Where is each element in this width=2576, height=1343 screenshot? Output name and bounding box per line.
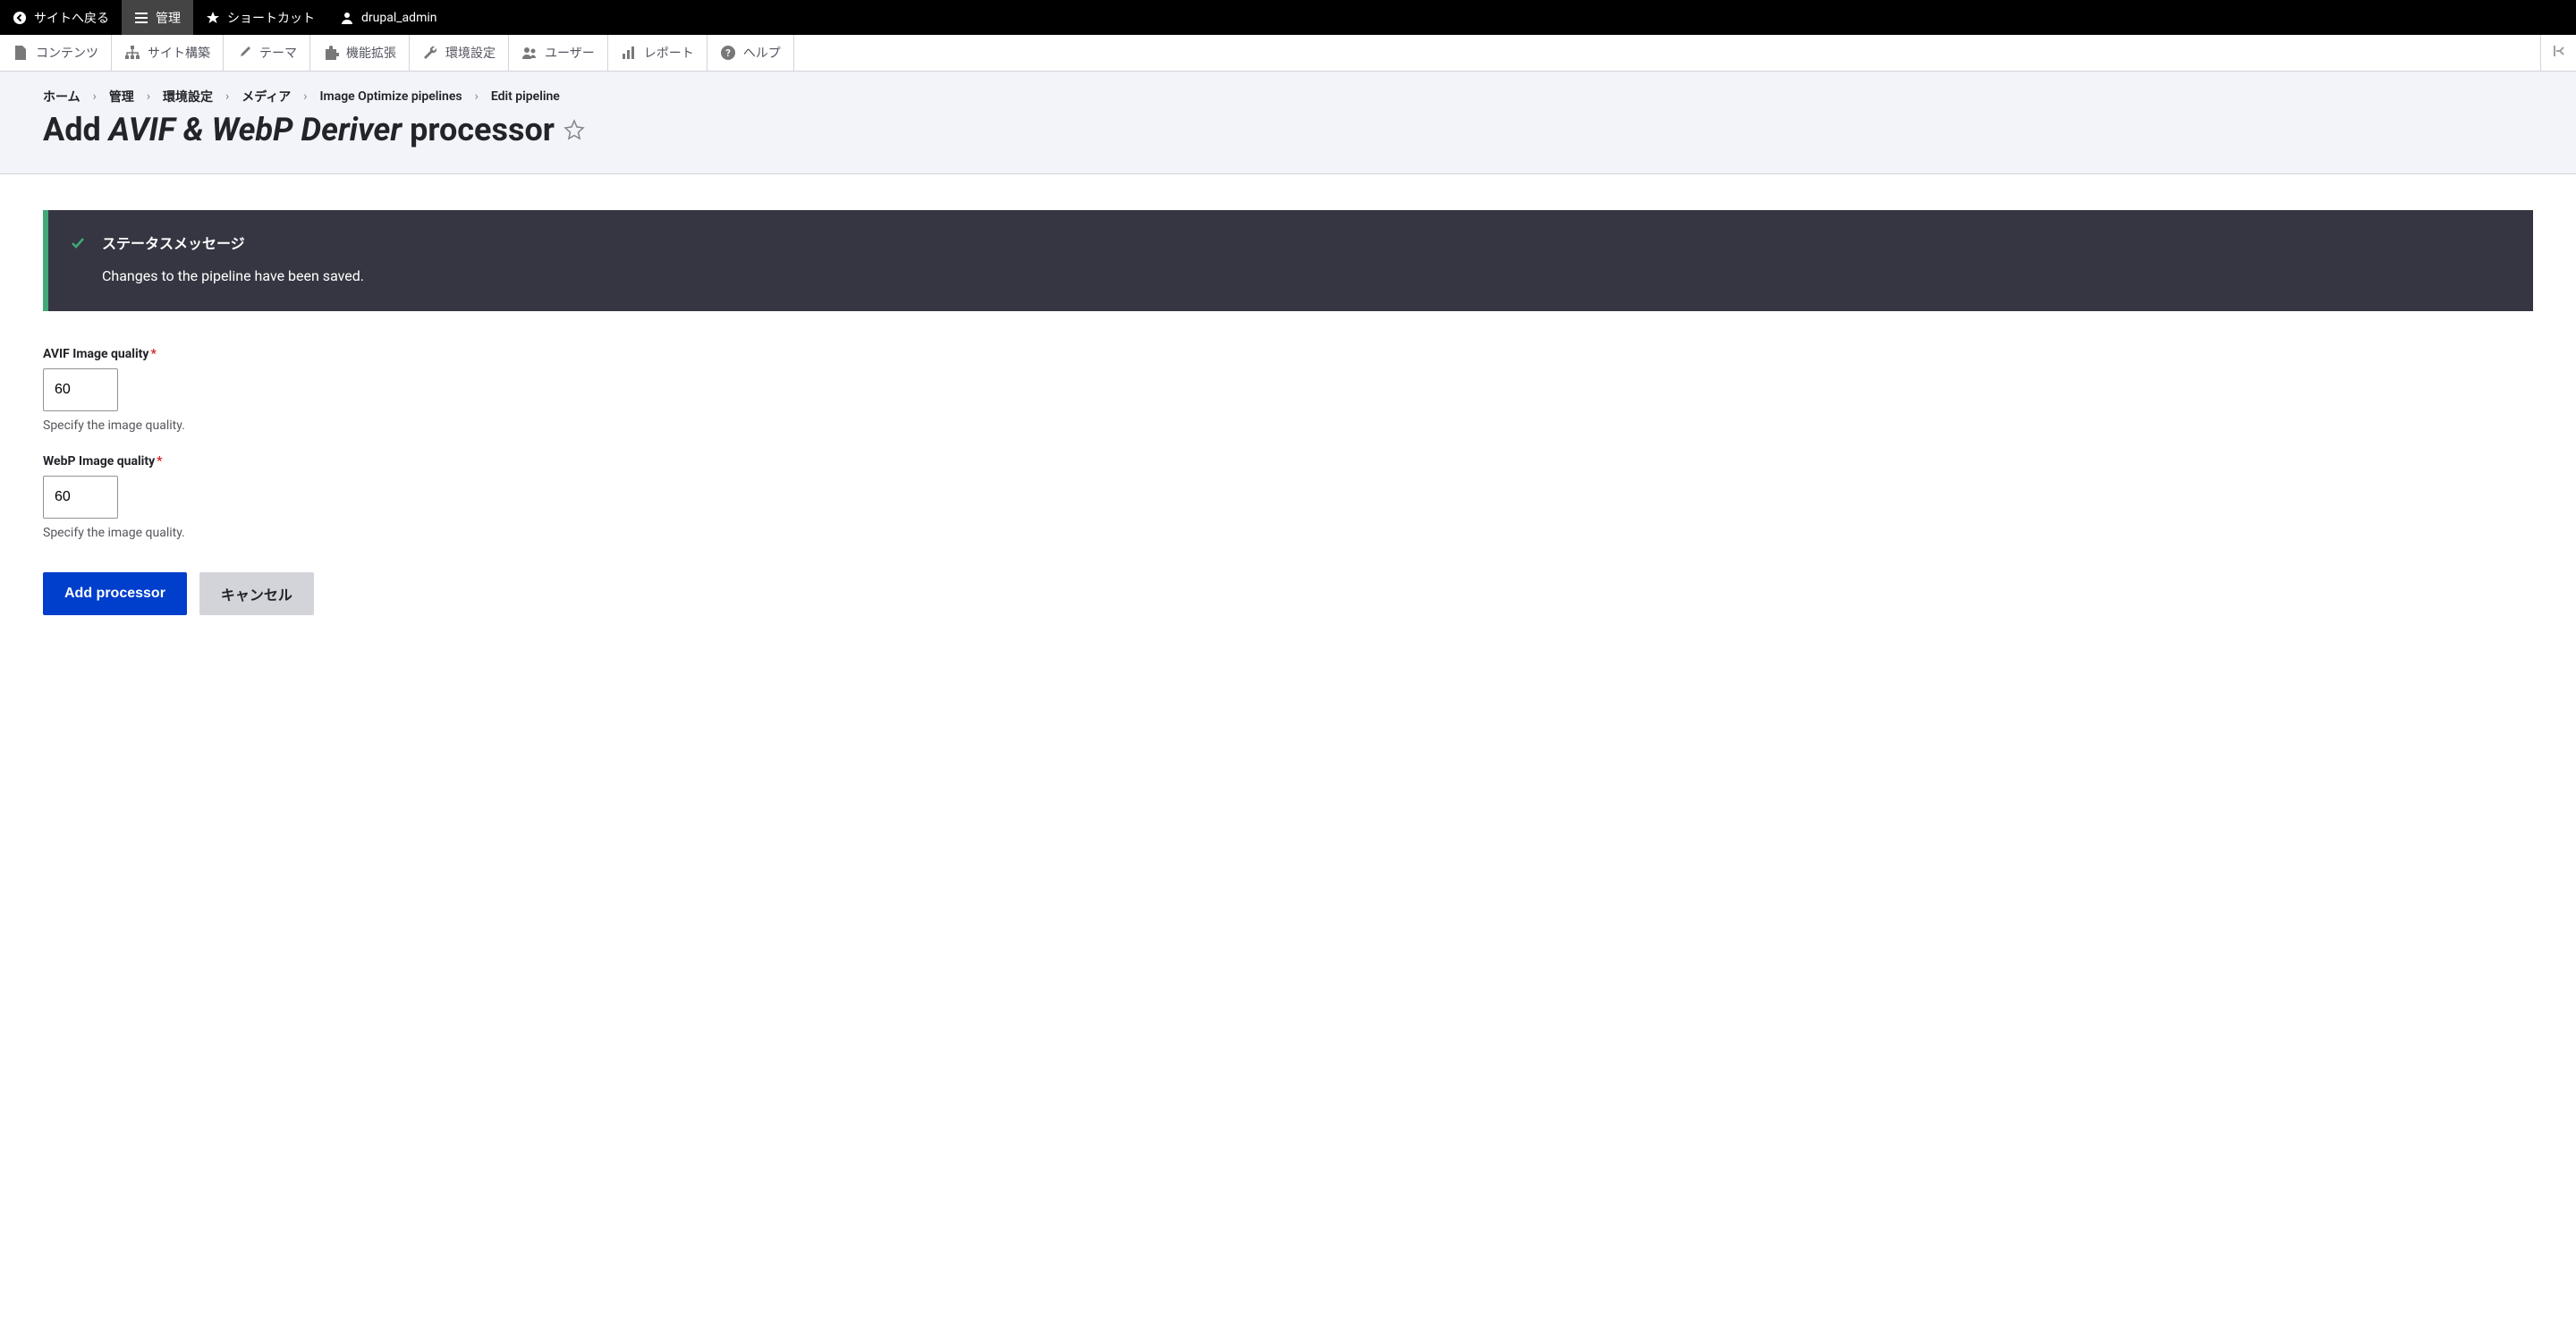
- menu-reports[interactable]: レポート: [608, 35, 708, 71]
- people-icon: [521, 45, 538, 61]
- webp-desc: Specify the image quality.: [43, 526, 2533, 540]
- puzzle-icon: [323, 45, 339, 61]
- breadcrumb-sep: ›: [93, 89, 97, 104]
- status-body: Changes to the pipeline have been saved.: [102, 267, 2506, 284]
- star-filled-icon: [206, 11, 220, 25]
- avif-desc: Specify the image quality.: [43, 418, 2533, 433]
- collapse-toolbar[interactable]: [2540, 35, 2576, 71]
- file-icon: [13, 45, 29, 61]
- avif-quality-input[interactable]: [43, 368, 118, 411]
- menu-people[interactable]: ユーザー: [509, 35, 608, 71]
- breadcrumb-link[interactable]: ホーム: [43, 88, 80, 106]
- back-to-site-link[interactable]: サイトへ戻る: [0, 0, 122, 35]
- admin-menu: コンテンツ サイト構築 テーマ 機能拡張 環境設定 ユーザー レポート ? ヘル…: [0, 35, 2576, 72]
- collapse-icon: [2551, 43, 2567, 63]
- user-icon: [340, 11, 354, 25]
- content: ステータスメッセージ Changes to the pipeline have …: [0, 174, 2576, 651]
- wrench-icon: [422, 45, 438, 61]
- menu-reports-label: レポート: [644, 44, 694, 62]
- webp-label: WebP Image quality*: [43, 454, 2533, 469]
- toolbar-top: サイトへ戻る 管理 ショートカット drupal_admin: [0, 0, 2576, 35]
- hamburger-icon: [134, 11, 148, 25]
- menu-structure[interactable]: サイト構築: [112, 35, 224, 71]
- manage-label: 管理: [156, 9, 181, 27]
- webp-quality-input[interactable]: [43, 476, 118, 519]
- avif-label: AVIF Image quality*: [43, 347, 2533, 361]
- form-item-webp: WebP Image quality* Specify the image qu…: [43, 454, 2533, 540]
- breadcrumb-link[interactable]: メディア: [242, 88, 291, 106]
- menu-help[interactable]: ? ヘルプ: [708, 35, 794, 71]
- breadcrumb-sep: ›: [225, 89, 229, 104]
- user-menu[interactable]: drupal_admin: [327, 0, 449, 35]
- breadcrumb-link[interactable]: 環境設定: [163, 88, 213, 106]
- breadcrumb: ホーム › 管理 › 環境設定 › メディア › Image Optimize …: [43, 88, 2533, 106]
- status-title: ステータスメッセージ: [102, 232, 2506, 253]
- menu-appearance[interactable]: テーマ: [224, 35, 310, 71]
- status-message: ステータスメッセージ Changes to the pipeline have …: [43, 210, 2533, 311]
- brush-icon: [236, 45, 252, 61]
- form-item-avif: AVIF Image quality* Specify the image qu…: [43, 347, 2533, 433]
- breadcrumb-link[interactable]: Edit pipeline: [491, 89, 560, 104]
- page-title-prefix: Add: [43, 111, 109, 148]
- add-processor-button[interactable]: Add processor: [43, 572, 187, 615]
- form-actions: Add processor キャンセル: [43, 572, 2533, 615]
- page-title: Add AVIF & WebP Deriver processor: [43, 111, 2533, 148]
- menu-extend-label: 機能拡張: [346, 44, 396, 62]
- shortcuts-label: ショートカット: [227, 9, 315, 27]
- back-icon: [13, 11, 27, 25]
- breadcrumb-sep: ›: [475, 89, 479, 104]
- page-title-em: AVIF & WebP Deriver: [109, 111, 402, 148]
- breadcrumb-link[interactable]: Image Optimize pipelines: [320, 89, 462, 104]
- breadcrumb-link[interactable]: 管理: [109, 88, 134, 106]
- menu-people-label: ユーザー: [545, 44, 595, 62]
- menu-content[interactable]: コンテンツ: [0, 35, 112, 71]
- svg-text:?: ?: [725, 47, 731, 59]
- menu-configuration-label: 環境設定: [445, 44, 496, 62]
- menu-appearance-label: テーマ: [259, 44, 297, 62]
- menu-structure-label: サイト構築: [148, 44, 210, 62]
- manage-toggle[interactable]: 管理: [122, 0, 193, 35]
- help-icon: ?: [720, 45, 736, 61]
- check-icon: [70, 235, 86, 251]
- shortcuts-link[interactable]: ショートカット: [193, 0, 327, 35]
- cancel-button[interactable]: キャンセル: [199, 572, 314, 615]
- structure-icon: [124, 45, 140, 61]
- star-outline-icon[interactable]: [564, 119, 585, 140]
- breadcrumb-sep: ›: [303, 89, 307, 104]
- menu-configuration[interactable]: 環境設定: [410, 35, 509, 71]
- breadcrumb-sep: ›: [147, 89, 150, 104]
- page-title-suffix: processor: [402, 111, 555, 148]
- menu-extend[interactable]: 機能拡張: [310, 35, 410, 71]
- chart-icon: [621, 45, 637, 61]
- menu-content-label: コンテンツ: [36, 44, 98, 62]
- user-label: drupal_admin: [361, 11, 436, 25]
- back-to-site-label: サイトへ戻る: [34, 9, 109, 27]
- region-header: ホーム › 管理 › 環境設定 › メディア › Image Optimize …: [0, 72, 2576, 174]
- required-marker: *: [157, 454, 162, 469]
- menu-help-label: ヘルプ: [743, 44, 781, 62]
- required-marker: *: [150, 347, 156, 361]
